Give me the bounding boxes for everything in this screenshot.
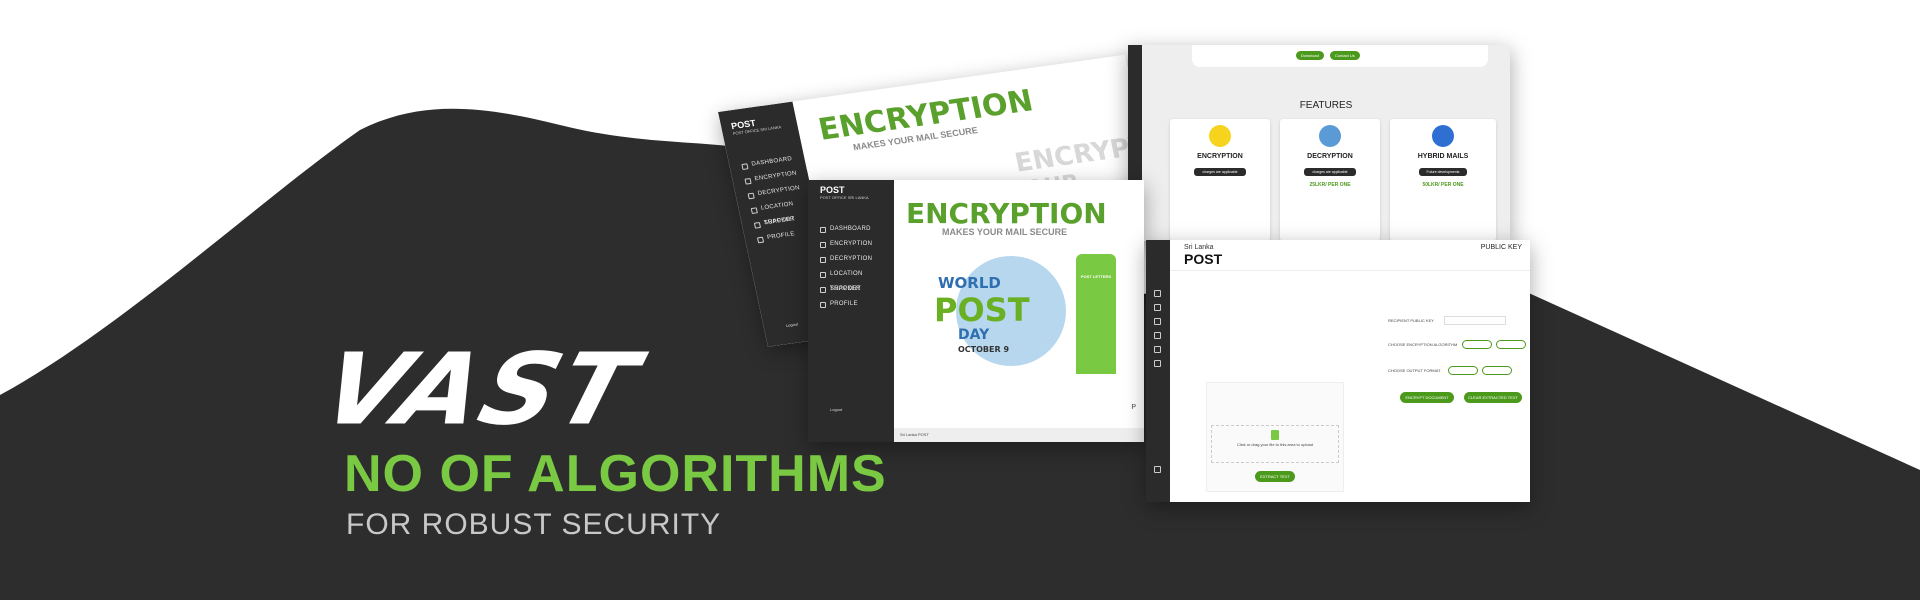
feature-card-hybrid-mails: HYBRID MAILS Future developments 50LKR/ …	[1390, 119, 1496, 241]
logout-link[interactable]: Logout	[830, 407, 842, 412]
mailbox-label: POST LETTERS	[1080, 274, 1112, 279]
download-button[interactable]: Download	[1296, 51, 1324, 60]
features-screenshot: Download Contact Us FEATURES ENCRYPTION …	[1128, 45, 1510, 241]
sidebar: POST POST OFFICE SRI LANKA DASHBOARD ENC…	[808, 180, 894, 442]
feature-card-encryption: ENCRYPTION charges are applicable	[1170, 119, 1270, 241]
hybrid-mail-icon	[1432, 125, 1454, 147]
footer-letter: P	[1131, 404, 1136, 411]
recipient-public-key-input[interactable]	[1444, 316, 1506, 325]
logo: POST POST OFFICE SRI LANKA	[730, 116, 781, 136]
banner-subtitle: MAKES YOUR MAIL SECURE	[942, 227, 1068, 237]
profile-icon[interactable]	[1154, 360, 1161, 367]
support-icon[interactable]	[1154, 346, 1161, 353]
banner: ENCRYPTION MAKES YOUR MAIL SECURE	[894, 180, 1144, 237]
world-post-day-poster: WORLD POST DAY OCTOBER 9 POST LETTERS	[908, 246, 1140, 376]
envelope-lock-icon	[1209, 125, 1231, 147]
nav-item-dashboard[interactable]: DASHBOARD	[808, 222, 894, 237]
charges-button[interactable]: charges are applicable	[1304, 168, 1356, 176]
poster-date: OCTOBER 9	[958, 345, 1010, 354]
output-format-label: CHOOSE OUTPUT FORMAT	[1388, 368, 1441, 373]
nav-item-decryption[interactable]: DECRYPTION	[808, 252, 894, 267]
brand-line-1: Sri Lanka	[1184, 244, 1214, 251]
upload-instructions: Click or drag your file to this area to …	[1236, 442, 1314, 447]
extract-text-button[interactable]: EXTRACT TEXT	[1255, 471, 1295, 482]
public-key-label: PUBLIC KEY	[1480, 244, 1522, 251]
feature-card-price: 50LKR/ PER ONE	[1422, 182, 1464, 188]
nav-item-profile[interactable]: PROFILE	[808, 297, 894, 312]
logo-text: POST	[820, 185, 845, 195]
algorithm-option-2[interactable]	[1496, 340, 1526, 349]
encryption-algorithm-label: CHOOSE ENCRYPTION ALGORITHM	[1388, 342, 1458, 347]
charges-button[interactable]: charges are applicable	[1194, 168, 1246, 176]
header: Sri Lanka POST PUBLIC KEY	[1170, 240, 1530, 271]
recipient-public-key-label: RECIPIENT PUBLIC KEY	[1388, 318, 1434, 323]
hero-highlight: NO OF ALGORITHMS	[344, 445, 887, 503]
feature-card-title: ENCRYPTION	[1197, 153, 1243, 160]
dashboard-screenshot-front: POST POST OFFICE SRI LANKA DASHBOARD ENC…	[808, 180, 1144, 442]
encrypt-document-button[interactable]: ENCRYPT DOCUMENT	[1400, 392, 1454, 403]
clear-extracted-text-button[interactable]: CLEAR EXTRACTED TEXT	[1464, 392, 1522, 403]
location-icon[interactable]	[1154, 332, 1161, 339]
mailbox-illustration	[1076, 254, 1116, 374]
nav-item-location-tracker[interactable]: LOCATION TRACKER	[808, 267, 894, 292]
lock-icon[interactable]	[1154, 304, 1161, 311]
nav-item-encryption[interactable]: ENCRYPTION	[808, 237, 894, 252]
poster-line-3: DAY	[958, 327, 990, 343]
nav-item-support[interactable]: SUPPORT	[808, 282, 894, 297]
sidebar-nav: DASHBOARD ENCRYPTION DECRYPTION LOCATION…	[808, 222, 894, 312]
feature-card-title: HYBRID MAILS	[1417, 153, 1469, 160]
features-heading: FEATURES	[1299, 100, 1353, 111]
logo: POST POST OFFICE SRI LANKA	[820, 185, 869, 201]
feature-card-price: 25LKR/ PER ONE	[1309, 182, 1351, 188]
file-icon	[1271, 430, 1279, 440]
future-developments-button[interactable]: Future developments	[1418, 168, 1468, 176]
logout-icon[interactable]	[1154, 466, 1161, 473]
output-format-option-2[interactable]	[1482, 366, 1512, 375]
poster-line-1: WORLD	[938, 274, 1001, 292]
feature-card-title: DECRYPTION	[1307, 153, 1353, 160]
top-bar: Download Contact Us	[1192, 45, 1488, 67]
banner-title: ENCRYPTION	[906, 197, 1107, 230]
unlock-icon[interactable]	[1154, 318, 1161, 325]
hero-subtitle: FOR ROBUST SECURITY	[346, 508, 722, 541]
upload-panel: Click or drag your file to this area to …	[1206, 382, 1344, 492]
lock-icon	[1319, 125, 1341, 147]
logo-subtext: POST OFFICE SRI LANKA	[820, 195, 869, 200]
icon-sidebar	[1146, 240, 1170, 502]
logout-link[interactable]: Logout	[785, 321, 798, 328]
contact-us-button[interactable]: Contact Us	[1330, 51, 1360, 60]
encryption-form-screenshot: Sri Lanka POST PUBLIC KEY RECIPIENT PUBL…	[1146, 240, 1530, 502]
home-icon[interactable]	[1154, 290, 1161, 297]
footer-brand: Sri Lanka POST	[894, 428, 1144, 442]
output-format-option-1[interactable]	[1448, 366, 1478, 375]
brand-line-2: POST	[1184, 251, 1223, 267]
upload-dropzone[interactable]: Click or drag your file to this area to …	[1211, 425, 1339, 463]
poster-line-2: POST	[934, 291, 1030, 329]
algorithm-option-1[interactable]	[1462, 340, 1492, 349]
feature-card-decryption: DECRYPTION charges are applicable 25LKR/…	[1280, 119, 1380, 241]
hero-title: VAST	[309, 331, 651, 448]
